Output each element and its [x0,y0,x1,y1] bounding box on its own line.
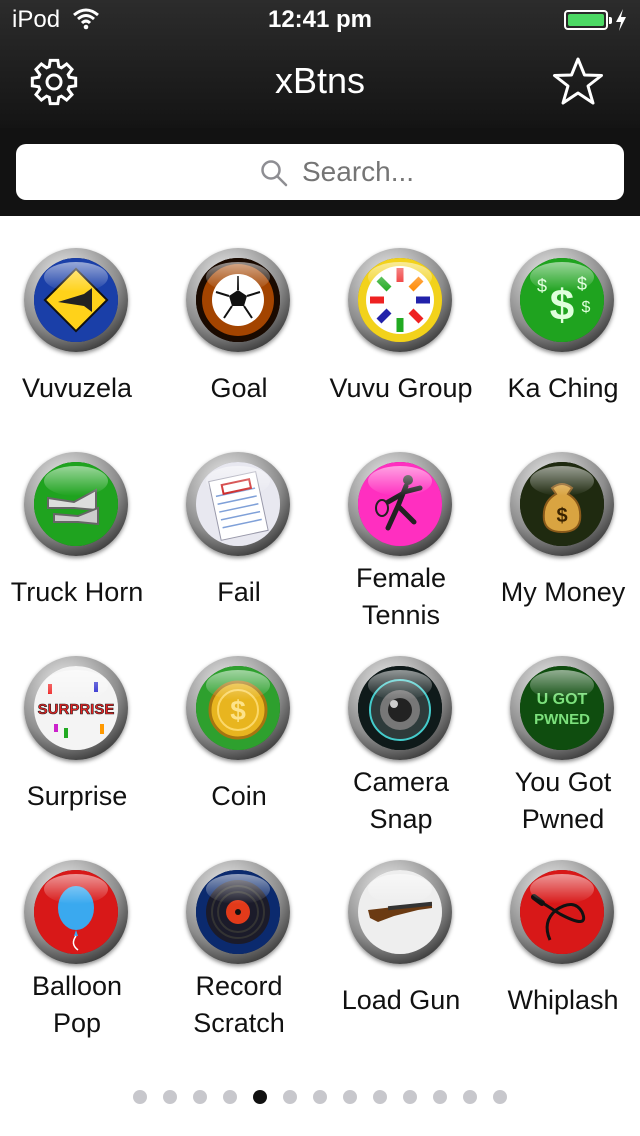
svg-text:$: $ [577,274,587,294]
button-label: Load Gun [341,985,461,1015]
sound-button-you-got-pwned[interactable]: U GOT PWNED You Got Pwned [482,640,640,836]
vuvuzela-group-icon [358,258,442,342]
chrome-button[interactable] [348,860,452,964]
search-icon [261,160,288,187]
page-dot-5[interactable] [253,1089,267,1104]
chrome-button[interactable] [24,860,128,964]
tennis-player-icon [358,462,442,546]
soccer-ball-icon [196,258,280,342]
chrome-button[interactable] [348,452,452,556]
sound-button-whiplash[interactable]: Whiplash [482,844,640,1040]
sound-button-vuvuzela[interactable]: Vuvuzela [0,232,158,428]
app-title: xBtns [274,60,366,101]
svg-text:$: $ [582,299,591,316]
page-dot-4[interactable] [223,1089,237,1104]
sound-button-load-gun[interactable]: Load Gun [320,844,482,1040]
sound-button-surprise[interactable]: SURPRISE Surprise [0,640,158,836]
chrome-button[interactable] [186,452,290,556]
chrome-button[interactable] [24,452,128,556]
sound-button-vuvu-group[interactable]: Vuvu Group [320,232,482,428]
page-dot-1[interactable] [133,1089,147,1104]
sound-button-balloon-pop[interactable]: Balloon Pop [0,844,158,1040]
balloon-icon [34,870,118,954]
chrome-button[interactable] [348,656,452,760]
button-label: Camera Snap [352,767,450,834]
sound-button-fail[interactable]: Fail [158,436,320,632]
surprise-confetti-icon: SURPRISE [34,666,118,750]
clock: 12:41 pm [267,6,373,33]
whip-icon [520,870,604,954]
page-dot-8[interactable] [343,1089,357,1104]
search-input[interactable] [302,156,602,188]
chrome-button[interactable] [510,860,614,964]
svg-text:$: $ [537,276,547,296]
button-label: Whiplash [507,985,619,1015]
page-dot-6[interactable] [283,1089,297,1104]
chrome-button[interactable]: $ $ $ $ [510,248,614,352]
button-label: Balloon Pop [31,971,123,1038]
button-label: Vuvu Group [329,373,473,403]
page-dot-13[interactable] [493,1089,507,1104]
top-bar: iPod 12:41 pm xBtns [0,0,640,128]
page-dot-9[interactable] [373,1089,387,1104]
svg-text:$: $ [230,695,246,726]
dollar-signs-icon: $ $ $ $ [520,258,604,342]
search-field[interactable] [16,144,624,200]
failed-paper-icon [196,462,280,546]
charging-icon [616,9,626,31]
chrome-button[interactable] [186,248,290,352]
air-horn-icon [34,462,118,546]
chrome-button[interactable]: SURPRISE [24,656,128,760]
chrome-button[interactable] [348,248,452,352]
button-label: Coin [211,781,267,811]
sound-button-camera-snap[interactable]: Camera Snap [320,640,482,836]
button-label: Truck Horn [10,577,144,607]
vuvuzela-sign-icon [34,258,118,342]
shotgun-icon [358,870,442,954]
sound-button-record-scratch[interactable]: Record Scratch [158,844,320,1040]
page-dot-10[interactable] [403,1089,417,1104]
status-bar: iPod 12:41 pm [0,0,640,40]
page-dot-12[interactable] [463,1089,477,1104]
star-icon[interactable] [550,56,606,108]
page-indicator[interactable] [0,1088,640,1108]
svg-text:PWNED: PWNED [534,711,590,728]
chrome-button[interactable]: $ [186,656,290,760]
page-dot-3[interactable] [193,1089,207,1104]
battery-icon [564,10,612,30]
battery-level [568,14,604,26]
money-bag-icon: $ [520,462,604,546]
button-label: You Got Pwned [514,767,612,834]
button-label: My Money [500,577,626,607]
page-dot-7[interactable] [313,1089,327,1104]
search-bar [0,128,640,216]
chrome-button[interactable]: $ [510,452,614,556]
camera-lens-icon [358,666,442,750]
button-label: Fail [217,577,261,607]
svg-text:$: $ [556,505,567,527]
svg-text:$: $ [550,281,574,330]
sound-button-ka-ching[interactable]: $ $ $ $ Ka Ching [482,232,640,428]
page-dot-2[interactable] [163,1089,177,1104]
gold-coin-icon: $ [196,666,280,750]
svg-text:U GOT: U GOT [537,691,588,708]
page-dot-11[interactable] [433,1089,447,1104]
button-label: Surprise [26,781,128,811]
sound-button-truck-horn[interactable]: Truck Horn [0,436,158,632]
chrome-button[interactable]: U GOT PWNED [510,656,614,760]
vinyl-record-icon [196,870,280,954]
svg-text:SURPRISE: SURPRISE [38,701,115,718]
button-label: Female Tennis [355,563,447,630]
sound-button-female-tennis[interactable]: Female Tennis [320,436,482,632]
sound-button-my-money[interactable]: $ My Money [482,436,640,632]
pwned-text-icon: U GOT PWNED [520,666,604,750]
button-label: Vuvuzela [21,373,133,403]
button-label: Goal [210,373,268,403]
chrome-button[interactable] [24,248,128,352]
sound-button-goal[interactable]: Goal [158,232,320,428]
button-label: Ka Ching [507,373,619,403]
button-label: Record Scratch [193,971,285,1038]
chrome-button[interactable] [186,860,290,964]
sound-button-coin[interactable]: $ Coin [158,640,320,836]
